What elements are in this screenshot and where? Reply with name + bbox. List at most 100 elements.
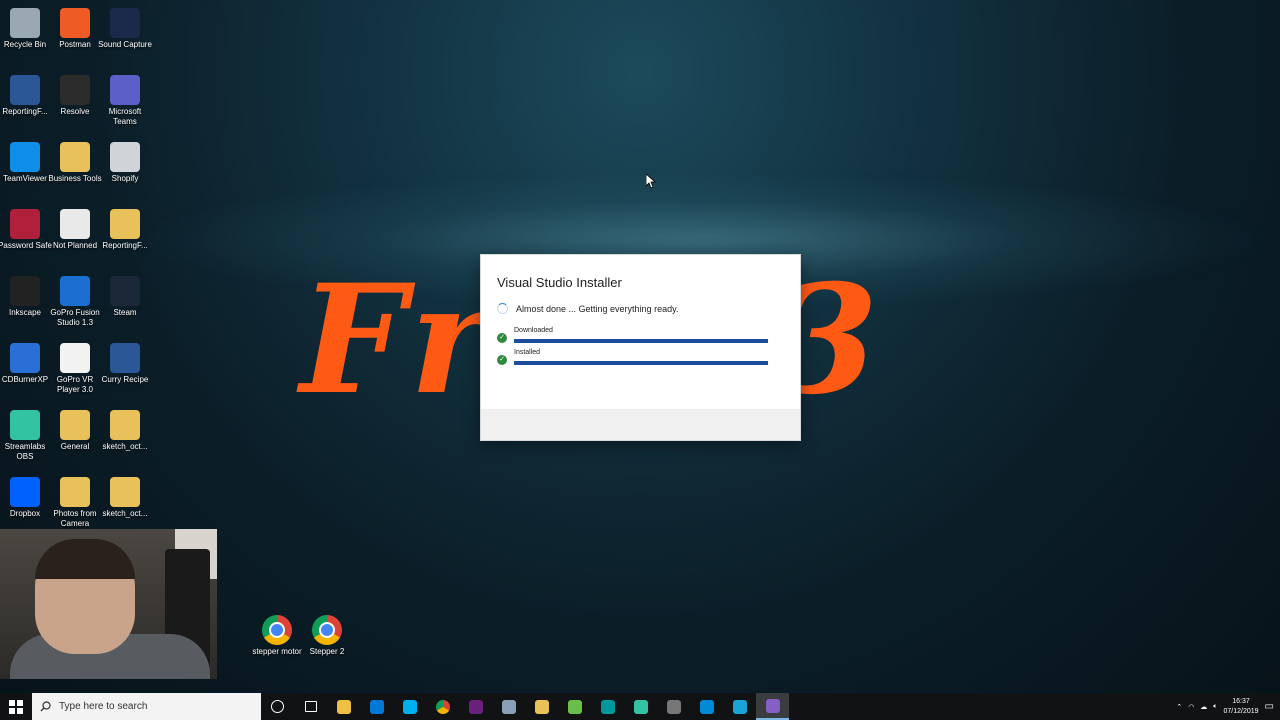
network-icon[interactable]: ◠ bbox=[1188, 703, 1194, 711]
desktop-icon[interactable]: Microsoft Teams bbox=[97, 71, 153, 133]
search-icon bbox=[40, 701, 51, 712]
text-file-icon bbox=[60, 209, 90, 239]
desktop-icon[interactable]: GoPro VR Player 3.0 bbox=[47, 339, 103, 401]
visual-studio-installer-icon bbox=[765, 698, 780, 713]
taskbar-app[interactable] bbox=[294, 693, 327, 720]
desktop-icon[interactable]: CDBurnerXP bbox=[0, 339, 53, 401]
onedrive-icon[interactable]: ☁ bbox=[1200, 703, 1207, 711]
taskbar-apps bbox=[261, 693, 789, 720]
chevron-up-icon[interactable]: ⌃ bbox=[1176, 703, 1182, 711]
word-doc-icon bbox=[10, 75, 40, 105]
azure-icon bbox=[699, 699, 714, 714]
taskbar-app[interactable] bbox=[690, 693, 723, 720]
shopify-icon bbox=[110, 142, 140, 172]
desktop-icon-label: sketch_oct... bbox=[102, 509, 148, 518]
search-placeholder: Type here to search bbox=[59, 701, 148, 712]
desktop-icon-label: Curry Recipe bbox=[101, 375, 149, 384]
desktop-icon[interactable]: GoPro Fusion Studio 1.3 bbox=[47, 272, 103, 334]
recycle-bin-icon bbox=[10, 8, 40, 38]
desktop-icon-label: Dropbox bbox=[9, 509, 41, 518]
installer-status-text: Almost done ... Getting everything ready… bbox=[516, 303, 679, 314]
chrome-icon bbox=[435, 699, 450, 714]
taskbar-app[interactable] bbox=[723, 693, 756, 720]
desktop-icon-label: Postman bbox=[59, 40, 91, 49]
cortana-icon bbox=[271, 700, 284, 713]
desktop-icon-label: Sound Capture bbox=[98, 40, 152, 49]
desktop-icon[interactable]: Business Tools bbox=[47, 138, 103, 200]
start-button[interactable] bbox=[0, 693, 32, 720]
taskbar-app[interactable] bbox=[261, 693, 294, 720]
taskbar-app[interactable] bbox=[360, 693, 393, 720]
taskbar-app[interactable] bbox=[393, 693, 426, 720]
desktop-icon[interactable]: Sound Capture bbox=[97, 4, 153, 66]
dropbox-icon bbox=[10, 477, 40, 507]
desktop-icon[interactable]: stepper motor bbox=[249, 611, 305, 673]
taskbar-app[interactable] bbox=[327, 693, 360, 720]
taskbar-app[interactable] bbox=[624, 693, 657, 720]
installer-title: Visual Studio Installer bbox=[497, 275, 622, 290]
desktop-icon[interactable]: Photos from Camera bbox=[47, 473, 103, 535]
chrome-icon bbox=[262, 615, 292, 645]
desktop-icon-label: Microsoft Teams bbox=[108, 107, 142, 126]
volume-icon[interactable]: 🔈︎ bbox=[1213, 703, 1217, 711]
chrome-icon bbox=[312, 615, 342, 645]
desktop-icon-label: Business Tools bbox=[48, 174, 102, 183]
desktop-icon-label: Recycle Bin bbox=[3, 40, 47, 49]
taskbar-app[interactable] bbox=[756, 693, 789, 720]
desktop-icon[interactable]: Streamlabs OBS bbox=[0, 406, 53, 468]
clock-time: 16:37 bbox=[1232, 697, 1250, 705]
desktop-icon[interactable]: Dropbox bbox=[0, 473, 53, 535]
desktop-icon[interactable]: Not Planned bbox=[47, 205, 103, 267]
check-icon: ✓ bbox=[497, 355, 507, 365]
desktop-icon-label: Photos from Camera bbox=[53, 509, 97, 528]
taskbar-app[interactable] bbox=[492, 693, 525, 720]
folder-icon bbox=[110, 477, 140, 507]
taskbar-app[interactable] bbox=[591, 693, 624, 720]
desktop-icon[interactable]: Resolve bbox=[47, 71, 103, 133]
desktop-icon[interactable]: TeamViewer bbox=[0, 138, 53, 200]
desktop-icon[interactable]: sketch_oct... bbox=[97, 473, 153, 535]
desktop-icon[interactable]: Stepper 2 bbox=[299, 611, 355, 673]
desktop-icon[interactable]: Postman bbox=[47, 4, 103, 66]
desktop-icon[interactable]: General bbox=[47, 406, 103, 468]
resolve-icon bbox=[60, 75, 90, 105]
desktop-icon[interactable]: ReportingF... bbox=[0, 71, 53, 133]
taskbar-app[interactable] bbox=[657, 693, 690, 720]
desktop-icon[interactable]: Curry Recipe bbox=[97, 339, 153, 401]
step-installed: ✓ Installed bbox=[497, 349, 772, 369]
desktop-icon-label: sketch_oct... bbox=[102, 442, 148, 451]
desktop-icon[interactable]: Shopify bbox=[97, 138, 153, 200]
clock[interactable]: 16:37 07/12/2019 bbox=[1224, 697, 1259, 717]
desktop-icon[interactable]: Recycle Bin bbox=[0, 4, 53, 66]
sound-capture-icon bbox=[110, 8, 140, 38]
password-safe-icon bbox=[10, 209, 40, 239]
check-icon: ✓ bbox=[497, 333, 507, 343]
desktop-icon[interactable]: Password Safe bbox=[0, 205, 53, 267]
progress-track bbox=[514, 361, 768, 365]
desktop-icon-label: Password Safe bbox=[0, 241, 52, 250]
step-label: Installed bbox=[514, 349, 541, 356]
notepad-icon bbox=[567, 699, 582, 714]
desktop-icon-label: GoPro VR Player 3.0 bbox=[56, 375, 94, 394]
step-downloaded: ✓ Downloaded bbox=[497, 327, 772, 347]
folder-icon bbox=[110, 410, 140, 440]
desktop-icon[interactable]: Steam bbox=[97, 272, 153, 334]
taskbar-search[interactable]: Type here to search bbox=[32, 693, 261, 720]
arduino-icon bbox=[600, 699, 615, 714]
desktop-icon-label: Steam bbox=[113, 308, 137, 317]
folder-zip-icon bbox=[110, 209, 140, 239]
taskbar-app[interactable] bbox=[558, 693, 591, 720]
desktop-icon[interactable]: Inkscape bbox=[0, 272, 53, 334]
taskbar-app[interactable] bbox=[459, 693, 492, 720]
taskbar-app[interactable] bbox=[525, 693, 558, 720]
desktop-icon[interactable]: ReportingF... bbox=[97, 205, 153, 267]
progress-fill bbox=[514, 339, 768, 343]
desktop-icon[interactable]: sketch_oct... bbox=[97, 406, 153, 468]
app-icon bbox=[501, 699, 516, 714]
taskbar-app[interactable] bbox=[426, 693, 459, 720]
notifications-icon[interactable]: ▭ bbox=[1265, 701, 1274, 712]
system-tray: ⌃ ◠ ☁ 🔈︎ 16:37 07/12/2019 ▭ bbox=[1176, 693, 1280, 720]
desktop-icon-label: ReportingF... bbox=[2, 107, 48, 116]
progress-fill bbox=[514, 361, 768, 365]
desktop-icon-label: CDBurnerXP bbox=[1, 375, 49, 384]
